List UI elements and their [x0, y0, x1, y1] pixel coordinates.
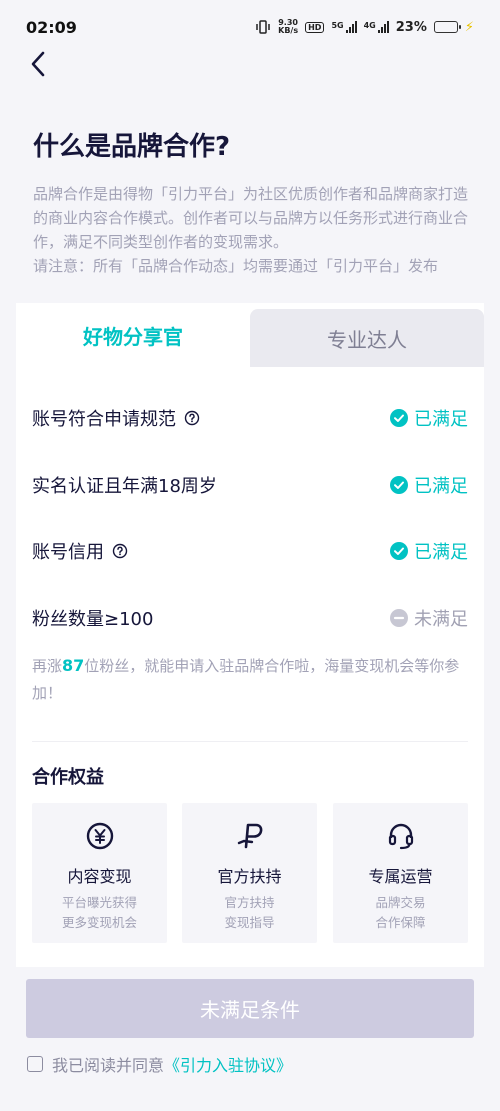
battery-icon: [433, 21, 461, 33]
requirements-card: 专业达人 好物分享官 账号符合申请规范 已满足 实名认证且年满18周岁 已满足 …: [16, 303, 484, 967]
sim1-label: 5G: [331, 21, 344, 30]
minus-circle-icon: [390, 609, 408, 627]
benefit-desc-line: 平台曝光获得: [61, 895, 137, 910]
status-bar: 02:09 9.30 KB/s HD 5G 4G 23% ⚡: [0, 0, 500, 54]
requirement-row: 账号信用 已满足: [32, 536, 468, 566]
sim2-label: 4G: [363, 21, 376, 30]
benefit-desc-line: 合作保障: [375, 915, 426, 930]
battery-percent: 23%: [395, 19, 427, 35]
status-time: 02:09: [26, 17, 77, 37]
yen-coin-icon: [86, 822, 113, 850]
benefit-desc-line: 官方扶持: [224, 895, 275, 910]
submit-button[interactable]: 未满足条件: [26, 979, 474, 1038]
status-text: 已满足: [414, 476, 468, 497]
tab-good-item-sharer[interactable]: 好物分享官: [16, 303, 250, 367]
hint-prefix: 再涨: [32, 657, 63, 675]
requirement-label-wrap: 账号信用: [32, 538, 128, 564]
requirement-label: 账号信用: [32, 542, 104, 563]
hint-suffix: 位粉丝，就能申请入驻品牌合作啦，海量变现机会等你参加！: [32, 657, 460, 702]
status-met: 已满足: [390, 405, 468, 431]
charging-bolt-icon: ⚡: [464, 19, 474, 35]
status-text: 已满足: [414, 542, 468, 563]
requirement-row: 实名认证且年满18周岁 已满足: [32, 470, 468, 500]
hint-number: 87: [62, 656, 85, 675]
page-title: 什么是品牌合作?: [33, 132, 231, 162]
intro-notice: 请注意：所有「品牌合作动态」均需要通过「引力平台」发布: [33, 257, 439, 275]
help-icon[interactable]: [112, 543, 128, 559]
intro-paragraph: 品牌合作是由得物「引力平台」为社区优质创作者和品牌商家打造的商业内容合作模式。创…: [33, 185, 469, 251]
hd-badge: HD: [305, 21, 325, 33]
status-met: 已满足: [390, 472, 468, 498]
benefit-title: 专属运营: [368, 867, 433, 886]
agreement-row: 我已阅读并同意 《引力入驻协议》: [27, 1052, 292, 1076]
tab-bar: 专业达人 好物分享官: [16, 303, 484, 367]
status-text: 已满足: [414, 409, 468, 430]
follower-hint: 再涨87位粉丝，就能申请入驻品牌合作啦，海量变现机会等你参加！: [32, 652, 468, 707]
agreement-text: 我已阅读并同意: [52, 1056, 165, 1075]
benefit-desc: 官方扶持 变现指导: [224, 893, 274, 933]
benefit-desc-line: 更多变现机会: [61, 915, 137, 930]
net-speed-unit: KB/s: [278, 26, 299, 35]
agreement-checkbox[interactable]: [27, 1056, 43, 1072]
status-unmet: 未满足: [390, 605, 468, 631]
check-circle-icon: [390, 409, 408, 427]
signal-icon: [345, 21, 357, 33]
signal-icon: [377, 21, 389, 33]
requirement-label-wrap: 粉丝数量≥100: [32, 605, 153, 631]
headset-icon: [388, 823, 413, 850]
benefit-card-operations: 专属运营 品牌交易 合作保障: [333, 803, 468, 943]
benefit-desc: 平台曝光获得 更多变现机会: [62, 893, 137, 933]
requirement-label-wrap: 实名认证且年满18周岁: [32, 472, 217, 498]
tab-professional[interactable]: 专业达人: [250, 309, 484, 367]
status-icons: 9.30 KB/s HD 5G 4G 23% ⚡: [255, 19, 474, 35]
status-met: 已满足: [390, 538, 468, 564]
benefit-desc-line: 变现指导: [224, 915, 275, 930]
requirement-label-wrap: 账号符合申请规范: [32, 405, 200, 431]
agreement-link[interactable]: 《引力入驻协议》: [164, 1052, 292, 1076]
vibrate-icon: [256, 20, 270, 34]
help-icon[interactable]: [184, 410, 200, 426]
benefit-card-monetize: 内容变现 平台曝光获得 更多变现机会: [32, 803, 167, 943]
benefit-title: 官方扶持: [217, 867, 282, 886]
check-circle-icon: [390, 542, 408, 560]
requirement-row: 账号符合申请规范 已满足: [32, 403, 468, 433]
benefit-title: 内容变现: [67, 867, 132, 886]
sim1-signal: 5G: [331, 21, 357, 33]
net-speed: 9.30 KB/s: [278, 19, 298, 35]
benefit-desc: 品牌交易 合作保障: [375, 893, 425, 933]
intro-text: 品牌合作是由得物「引力平台」为社区优质创作者和品牌商家打造的商业内容合作模式。创…: [33, 182, 473, 278]
check-circle-icon: [390, 476, 408, 494]
requirement-row: 粉丝数量≥100 未满足: [32, 603, 468, 633]
benefit-card-support: 官方扶持 官方扶持 变现指导: [182, 803, 317, 943]
requirement-label: 账号符合申请规范: [32, 409, 176, 430]
benefit-desc-line: 品牌交易: [375, 895, 426, 910]
benefits-title: 合作权益: [32, 767, 104, 788]
divider: [32, 741, 468, 742]
sim2-signal: 4G: [364, 21, 389, 33]
support-p-icon: [237, 823, 262, 849]
chevron-left-icon: [31, 51, 45, 77]
back-button[interactable]: [22, 48, 54, 80]
requirement-label: 粉丝数量≥100: [32, 609, 154, 630]
status-text: 未满足: [414, 609, 468, 630]
requirement-label: 实名认证且年满18周岁: [32, 476, 217, 497]
